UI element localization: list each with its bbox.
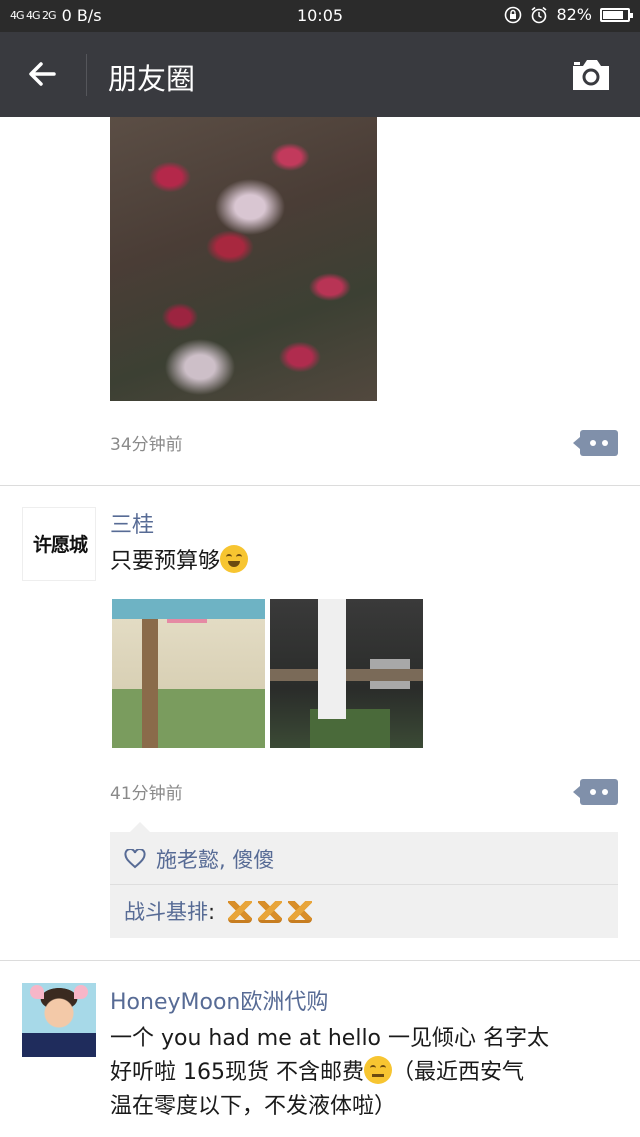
avatar-calligraphy: 许愿城 [32, 534, 88, 556]
heart-icon [124, 849, 146, 869]
post-author[interactable]: HoneyMoon欧洲代购 [110, 984, 328, 1016]
nav-divider [86, 54, 87, 96]
post-text-content: 只要预算够 [110, 549, 221, 574]
dot-icon [602, 789, 608, 795]
page-title: 朋友圈 [108, 62, 196, 96]
post-author[interactable]: 三桂 [110, 507, 154, 539]
avatar[interactable]: 许愿城 [22, 507, 96, 581]
post-image-thumbnail[interactable] [112, 599, 265, 748]
rotation-lock-icon [505, 6, 522, 23]
cat-ear-icon [30, 985, 44, 999]
arrow-left-icon[interactable] [22, 54, 62, 94]
comment-menu-button[interactable] [573, 779, 618, 805]
post-text-segment: 好听啦 165现货 不含邮费 [110, 1060, 364, 1085]
smirk-emoji-icon [363, 1056, 392, 1084]
post-separator [0, 485, 640, 486]
commenter-name[interactable]: 战斗基排 [124, 900, 208, 924]
pray-emoji-icon [257, 901, 282, 923]
moments-feed[interactable]: 34分钟前 许愿城 三桂 只要预算够 41分钟前 施老懿, 傻傻 战斗基排: H [0, 117, 640, 1137]
comment-row[interactable]: 战斗基排: [124, 896, 312, 926]
avatar[interactable] [22, 983, 96, 1057]
dot-icon [590, 440, 596, 446]
post-image-thumbnail[interactable] [270, 599, 423, 748]
pray-emoji-icon [287, 901, 312, 923]
battery-fill [603, 10, 623, 19]
nav-bar: 朋友圈 [0, 32, 640, 117]
alarm-icon [531, 6, 547, 23]
post-text: 一个 you had me at hello 一见倾心 名字太 好听啦 165现… [110, 1022, 610, 1124]
pray-emoji-icon [227, 901, 252, 923]
likes-comments-box: 施老懿, 傻傻 战斗基排: [110, 822, 618, 938]
camera-icon[interactable] [570, 56, 612, 92]
post-text: 只要预算够 [110, 545, 610, 579]
post-text-line: 好听啦 165现货 不含邮费 （最近西安气 [110, 1056, 610, 1090]
dot-icon [590, 789, 596, 795]
likes-names[interactable]: 施老懿, 傻傻 [156, 844, 274, 874]
post-separator [0, 960, 640, 961]
post-photo[interactable] [110, 117, 377, 401]
likes-row: 施老懿, 傻傻 [124, 844, 274, 874]
cat-ear-icon [74, 985, 88, 999]
post-text-segment: （最近西安气 [391, 1060, 524, 1085]
post-text-line: 一个 you had me at hello 一见倾心 名字太 [110, 1026, 550, 1051]
comment-text: : [208, 900, 222, 924]
laughing-emoji-icon [220, 545, 249, 573]
box-caret [130, 822, 150, 832]
battery-percent: 82% [556, 5, 592, 24]
status-bar: 4G 4G 2G 0 B/s 10:05 82% [0, 0, 640, 32]
post-time: 34分钟前 [110, 435, 183, 455]
comment-menu-button[interactable] [573, 430, 618, 456]
likes-divider [110, 884, 618, 885]
dot-icon [602, 440, 608, 446]
battery-icon [600, 7, 633, 22]
post-text-line: 温在零度以下，不发液体啦） [110, 1094, 397, 1119]
post-time: 41分钟前 [110, 784, 183, 804]
